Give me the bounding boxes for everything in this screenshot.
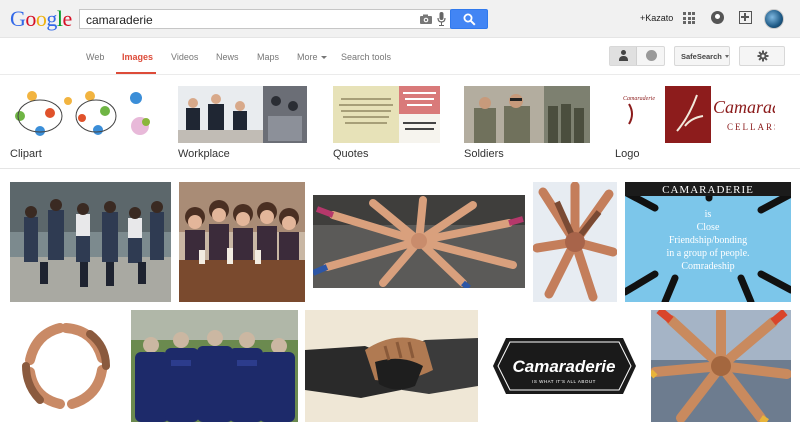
- tab-more-label: More: [297, 52, 318, 62]
- image-result[interactable]: [533, 182, 617, 302]
- logo-letter: o: [35, 6, 47, 31]
- related-thumb-logo[interactable]: Camaraderie Camaraderie CELLARS: [615, 86, 775, 143]
- image-result[interactable]: [10, 182, 171, 302]
- definition-line: Friendship/bonding: [669, 235, 747, 246]
- avatar[interactable]: [764, 9, 784, 29]
- related-label-soldiers[interactable]: Soldiers: [464, 148, 504, 160]
- image-result[interactable]: [651, 310, 791, 422]
- results-filter-group: [609, 46, 665, 66]
- tab-images[interactable]: Images: [122, 52, 153, 62]
- related-label-workplace[interactable]: Workplace: [178, 148, 230, 160]
- microphone-icon[interactable]: [437, 12, 446, 26]
- search-button[interactable]: [450, 9, 488, 29]
- related-thumb-clipart[interactable]: [10, 86, 153, 143]
- badge-title: Camaraderie: [512, 357, 615, 376]
- logo-letter: g: [46, 6, 57, 31]
- search-tools-button[interactable]: Search tools: [341, 52, 391, 62]
- camera-icon[interactable]: [420, 14, 432, 24]
- active-tab-indicator: [116, 72, 156, 74]
- image-result[interactable]: [305, 310, 478, 422]
- definition-title: CAMARADERIE: [662, 184, 754, 196]
- share-plus-icon[interactable]: [739, 11, 752, 24]
- search-box: [79, 9, 451, 29]
- apps-grid-icon[interactable]: [683, 12, 695, 24]
- tab-news[interactable]: News: [216, 52, 239, 62]
- top-bar: Google +Kazato: [0, 0, 800, 38]
- logo-letter: G: [10, 6, 26, 31]
- tab-videos[interactable]: Videos: [171, 52, 198, 62]
- safesearch-label: SafeSearch: [681, 52, 722, 61]
- search-icon: [463, 13, 476, 26]
- logo-letter: o: [25, 6, 36, 31]
- globe-icon: [646, 50, 657, 61]
- cellars-logo-title: Camaraderie: [713, 97, 775, 117]
- image-result[interactable]: Camaraderie IS WHAT IT'S ALL ABOUT: [486, 310, 643, 422]
- image-result[interactable]: [313, 195, 525, 288]
- tab-web[interactable]: Web: [86, 52, 104, 62]
- chevron-down-icon: [320, 56, 327, 59]
- image-result[interactable]: CAMARADERIE is Close Friendship/bonding …: [625, 182, 791, 302]
- image-result[interactable]: [131, 310, 298, 422]
- badge-subtitle: IS WHAT IT'S ALL ABOUT: [532, 379, 596, 384]
- related-thumb-quotes[interactable]: [333, 86, 440, 143]
- person-icon[interactable]: [610, 47, 637, 65]
- cellars-logo-sub: CELLARS: [727, 122, 775, 132]
- related-thumb-soldiers[interactable]: [464, 86, 590, 143]
- chevron-down-icon: [724, 55, 729, 58]
- logo-letter: e: [62, 6, 73, 31]
- google-logo[interactable]: Google: [10, 6, 72, 32]
- tab-more[interactable]: More: [297, 52, 327, 62]
- section-divider: [0, 168, 800, 169]
- image-result[interactable]: [10, 310, 123, 422]
- related-label-quotes[interactable]: Quotes: [333, 148, 368, 160]
- related-thumb-workplace[interactable]: [178, 86, 307, 143]
- logo-thumb-text: Camaraderie: [623, 96, 655, 102]
- gear-icon: [757, 50, 769, 62]
- definition-line: in a group of people.: [666, 248, 749, 259]
- tab-maps[interactable]: Maps: [257, 52, 279, 62]
- definition-line: Close: [697, 222, 720, 233]
- settings-button[interactable]: [739, 46, 785, 66]
- user-profile-link[interactable]: +Kazato: [640, 13, 673, 23]
- safesearch-dropdown[interactable]: SafeSearch: [674, 46, 730, 66]
- related-label-logo[interactable]: Logo: [615, 148, 639, 160]
- related-label-clipart[interactable]: Clipart: [10, 148, 42, 160]
- search-input[interactable]: [86, 12, 406, 27]
- notifications-icon[interactable]: [711, 11, 724, 24]
- image-result[interactable]: [179, 182, 305, 302]
- definition-line: is: [705, 209, 712, 220]
- globe-button[interactable]: [638, 47, 665, 65]
- definition-line: Comradeship: [681, 261, 734, 272]
